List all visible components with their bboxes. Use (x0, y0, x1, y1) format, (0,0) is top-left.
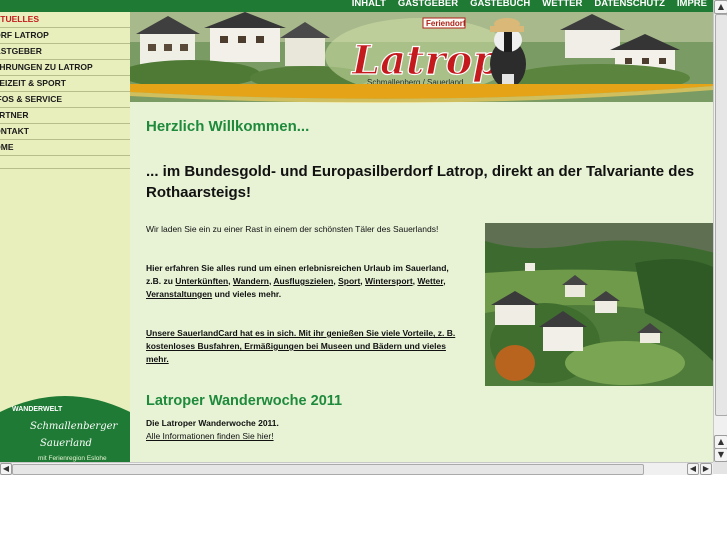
sidebar-item-label: AKTUELLES (0, 14, 39, 24)
topnav-wetter[interactable]: WETTER (536, 0, 588, 10)
sidebar-item-home[interactable]: HOME (0, 140, 130, 156)
header-badge: Feriendorf (426, 19, 466, 28)
sidebar-item-freizeit-sport[interactable]: FREIZEIT & SPORT (0, 76, 130, 92)
sidebar-item-label: GASTGEBER (0, 46, 42, 56)
sidebar-menu-divider (0, 156, 130, 169)
sauerlandcard-link[interactable]: Unsere SauerlandCard hat es in sich. Mit… (146, 327, 466, 366)
scroll-down-button[interactable]: ▼ (714, 448, 727, 462)
sidebar-item-label: KONTAKT (0, 126, 29, 136)
sidebar-item-label: HOME (0, 142, 14, 152)
link-unterkuenften[interactable]: Unterkünften (175, 276, 228, 286)
vertical-scroll-thumb[interactable] (715, 14, 727, 416)
vertical-scrollbar[interactable]: ▲ ▲ ▼ (713, 0, 727, 462)
topnav-datenschutz[interactable]: DATENSCHUTZ (588, 0, 671, 10)
scroll-left-button[interactable]: ◀ (0, 463, 12, 475)
logo-script-2: Sauerland (40, 438, 92, 449)
intro-heading-line-2: Rothaarsteigs! (146, 184, 252, 201)
topnav-impressum[interactable]: IMPRE (671, 0, 713, 10)
sidebar-menu: AKTUELLES DORF LATROP GASTGEBER FÜHRUNGE… (0, 12, 130, 169)
welcome-heading: Herzlich Willkommen... (146, 118, 310, 135)
sidebar-item-infos-service[interactable]: INFOS & SERVICE (0, 92, 130, 108)
sidebar-item-label: FREIZEIT & SPORT (0, 78, 66, 88)
top-navigation-bar: INHALT GASTGEBER GASTEBUCH WETTER DATENS… (0, 0, 713, 12)
info-suffix: und vieles mehr. (212, 289, 282, 299)
village-photo (485, 223, 713, 386)
scroll-left-small-button[interactable]: ◀ (687, 463, 699, 475)
sidebar-item-label: DORF LATROP (0, 30, 49, 40)
info-paragraph: Hier erfahren Sie alles rund um einen er… (146, 263, 449, 299)
wanderwoche-link[interactable]: Alle Informationen finden Sie hier! (146, 430, 466, 443)
wanderwoche-text: Die Latroper Wanderwoche 2011. (146, 418, 279, 428)
sidebar-item-label: INFOS & SERVICE (0, 94, 62, 104)
logo-script-1: Schmallenberger (30, 421, 119, 432)
top-nav-links: INHALT GASTGEBER GASTEBUCH WETTER DATENS… (346, 0, 713, 10)
scroll-up-small-button[interactable]: ▲ (714, 435, 727, 449)
topnav-gastgeber[interactable]: GASTGEBER (392, 0, 464, 10)
sidebar-item-label: PARTNER (0, 110, 29, 120)
sidebar-item-aktuelles[interactable]: AKTUELLES (0, 12, 130, 28)
horizontal-scrollbar[interactable]: ◀ ◀ ▶ (0, 462, 713, 475)
topnav-inhalt[interactable]: INHALT (346, 0, 392, 10)
sidebar-item-gastgeber[interactable]: GASTGEBER (0, 44, 130, 60)
browser-viewport: INHALT GASTGEBER GASTEBUCH WETTER DATENS… (0, 0, 713, 462)
intro-heading-line-1: ... im Bundesgold- und Europasilberdorf … (146, 163, 695, 180)
link-veranstaltungen[interactable]: Veranstaltungen (146, 289, 212, 299)
link-wandern[interactable]: Wandern (233, 276, 269, 286)
topnav-gastebuch[interactable]: GASTEBUCH (464, 0, 536, 10)
scroll-right-button[interactable]: ▶ (700, 463, 712, 475)
link-wetter[interactable]: Wetter (417, 276, 443, 286)
logo-bottom-text: mit Ferienregion Eslohe (38, 455, 107, 462)
wanderwelt-logo[interactable]: WANDERWELT Schmallenberger Sauerland mit… (0, 394, 130, 462)
sidebar-item-fuehrungen[interactable]: FÜHRUNGEN ZU LATROP (0, 60, 130, 76)
scroll-up-button[interactable]: ▲ (714, 0, 727, 14)
link-wintersport[interactable]: Wintersport (365, 276, 413, 286)
badger-mascot-icon (490, 18, 526, 88)
scrollbar-corner (713, 462, 727, 474)
horizontal-scroll-thumb[interactable] (12, 464, 644, 475)
sidebar-item-label: FÜHRUNGEN ZU LATROP (0, 62, 93, 72)
link-ausflugszielen[interactable]: Ausflugszielen (273, 276, 333, 286)
left-sidebar: AKTUELLES DORF LATROP GASTGEBER FÜHRUNGE… (0, 12, 130, 462)
sidebar-item-dorf-latrop[interactable]: DORF LATROP (0, 28, 130, 44)
intro-paragraph: Wir laden Sie ein zu einer Rast in einem… (146, 224, 439, 234)
sidebar-item-kontakt[interactable]: KONTAKT (0, 124, 130, 140)
logo-top-text: WANDERWELT (12, 406, 63, 413)
intro-heading: ... im Bundesgold- und Europasilberdorf … (146, 161, 713, 203)
link-sport[interactable]: Sport (338, 276, 360, 286)
header-gold-band (130, 84, 713, 103)
latrop-logo-text: Latrop (351, 37, 500, 84)
wanderwoche-heading: Latroper Wanderwoche 2011 (146, 393, 343, 409)
sidebar-item-partner[interactable]: PARTNER (0, 108, 130, 124)
